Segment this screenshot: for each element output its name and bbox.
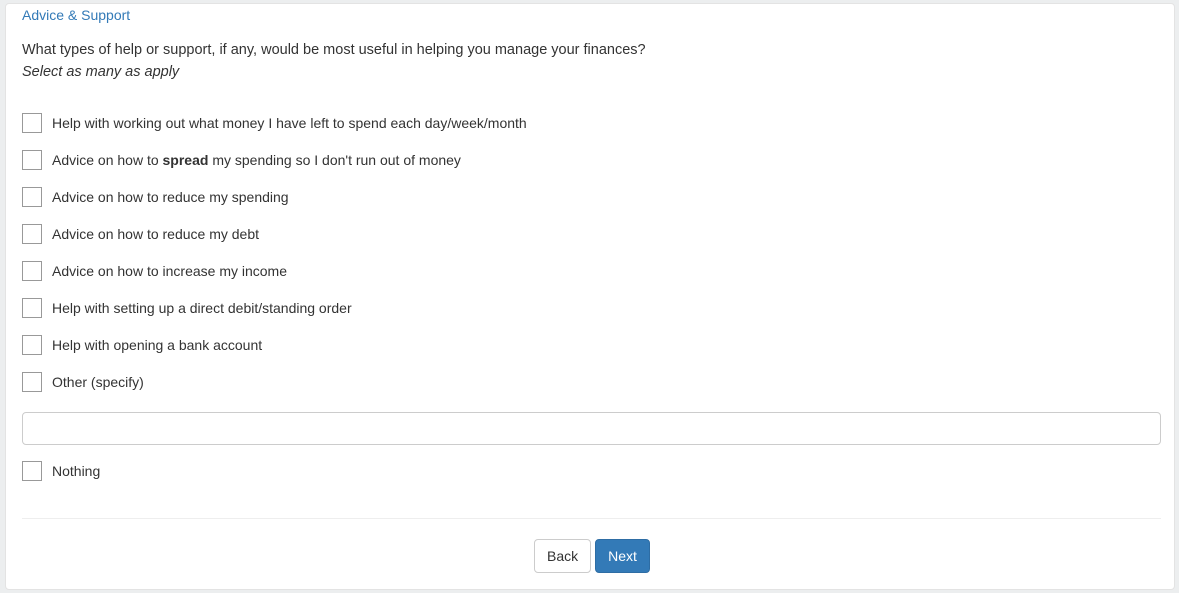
option-5[interactable]: Help with setting up a direct debit/stan… <box>22 297 352 319</box>
option-label: Advice on how to increase my income <box>52 263 287 279</box>
checkbox[interactable] <box>22 461 42 481</box>
checkbox[interactable] <box>22 113 42 133</box>
next-button[interactable]: Next <box>595 539 650 573</box>
option-label: Advice on how to reduce my debt <box>52 226 260 242</box>
option-4[interactable]: Advice on how to increase my income <box>22 260 287 282</box>
option-label: Other (specify) <box>52 374 144 390</box>
section-title: Advice & Support <box>22 7 131 23</box>
option-2[interactable]: Advice on how to reduce my spending <box>22 186 289 208</box>
instruction-text: Select as many as apply <box>22 64 180 80</box>
divider <box>22 518 1161 519</box>
option-label: Help with working out what money I have … <box>52 115 527 131</box>
option-0[interactable]: Help with working out what money I have … <box>22 112 527 134</box>
back-button[interactable]: Back <box>534 539 591 573</box>
option-other[interactable]: Other (specify) <box>22 371 144 393</box>
checkbox[interactable] <box>22 187 42 207</box>
option-1[interactable]: Advice on how to spread my spending so I… <box>22 149 461 171</box>
checkbox[interactable] <box>22 261 42 281</box>
other-specify-input[interactable] <box>22 412 1161 445</box>
checkbox[interactable] <box>22 335 42 355</box>
option-label: Help with opening a bank account <box>52 337 263 353</box>
question-text: What types of help or support, if any, w… <box>22 42 646 58</box>
option-nothing[interactable]: Nothing <box>22 460 100 482</box>
checkbox[interactable] <box>22 372 42 392</box>
checkbox[interactable] <box>22 150 42 170</box>
option-label: Advice on how to reduce my spending <box>52 189 289 205</box>
survey-panel: Advice & Support What types of help or s… <box>5 3 1175 590</box>
option-label: Help with setting up a direct debit/stan… <box>52 300 352 316</box>
checkbox[interactable] <box>22 224 42 244</box>
checkbox[interactable] <box>22 298 42 318</box>
option-label: Nothing <box>52 463 101 479</box>
option-6[interactable]: Help with opening a bank account <box>22 334 262 356</box>
option-label: Advice on how to spread my spending so I… <box>52 152 461 168</box>
option-3[interactable]: Advice on how to reduce my debt <box>22 223 259 245</box>
